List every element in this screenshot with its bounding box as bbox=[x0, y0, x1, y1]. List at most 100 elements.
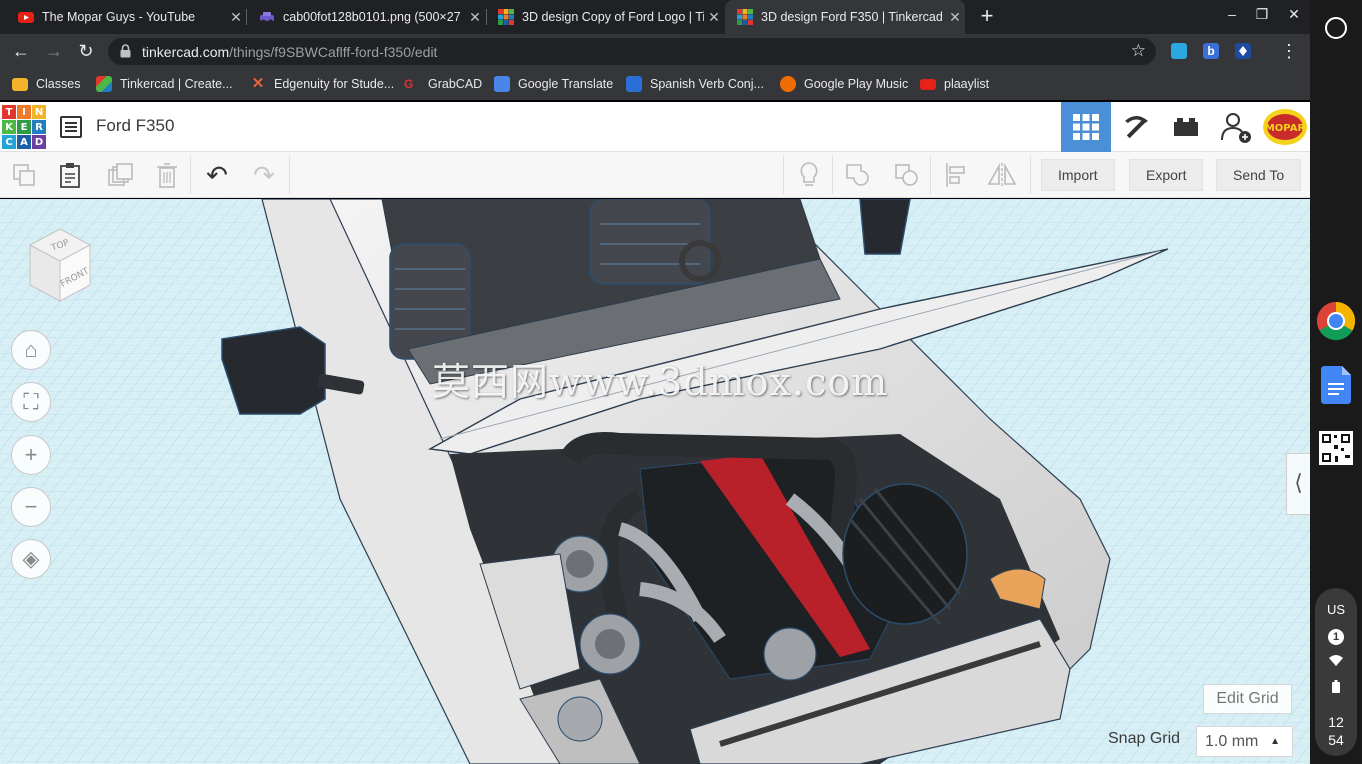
notes-button[interactable] bbox=[794, 160, 824, 190]
bookmark-spanish-verb[interactable]: Spanish Verb Conj... bbox=[626, 75, 764, 93]
edgenuity-icon: ✕ bbox=[251, 75, 265, 92]
export-button[interactable]: Export bbox=[1129, 159, 1204, 191]
logo-letter: R bbox=[32, 120, 46, 134]
profile-avatar[interactable]: MOPAR bbox=[1261, 102, 1309, 152]
bookmark-classes[interactable]: Classes bbox=[12, 75, 80, 93]
tab-youtube[interactable]: The Mopar Guys - YouTube ✕ bbox=[6, 0, 246, 34]
mirror-button[interactable] bbox=[987, 160, 1017, 190]
address-bar[interactable]: tinkercad.com/things/f9SBWCaflff-ford-f3… bbox=[108, 38, 1156, 65]
redo-icon: ↷ bbox=[253, 159, 275, 190]
bookmark-label: Classes bbox=[36, 77, 81, 91]
workplane-scene[interactable] bbox=[0, 199, 1310, 764]
bookmark-plaaylist[interactable]: plaaylist bbox=[920, 75, 989, 93]
launcher-icon[interactable] bbox=[1325, 17, 1347, 39]
tinkercad-toolbar: ↶ ↷ Import Export Send To bbox=[0, 152, 1310, 198]
bookmark-edgenuity[interactable]: ✕ Edgenuity for Stude... bbox=[250, 75, 395, 93]
snap-grid-select[interactable]: 1.0 mm ▲ bbox=[1196, 726, 1293, 757]
lock-icon bbox=[120, 44, 131, 58]
design-list-icon[interactable] bbox=[60, 116, 82, 138]
snap-grid-label: Snap Grid bbox=[1108, 730, 1181, 747]
new-tab-button[interactable]: + bbox=[975, 4, 999, 28]
logo-letter: E bbox=[17, 120, 31, 134]
browser-toolbar: ← → ↻ tinkercad.com/things/f9SBWCaflff-f… bbox=[0, 34, 1310, 68]
trash-icon bbox=[157, 163, 177, 188]
zoom-out-button[interactable]: − bbox=[11, 487, 51, 527]
fit-all-button[interactable]: ⛶ bbox=[11, 382, 51, 422]
minus-icon: − bbox=[24, 494, 38, 519]
edit-grid-button[interactable]: Edit Grid bbox=[1203, 684, 1292, 714]
b-extension-icon[interactable]: b bbox=[1203, 43, 1219, 59]
spanish-verb-icon bbox=[626, 76, 642, 92]
tab-ford-logo[interactable]: 3D design Copy of Ford Logo | Ti ✕ bbox=[486, 0, 724, 34]
zoom-in-button[interactable]: + bbox=[11, 435, 51, 475]
bookmark-grabcad[interactable]: G GrabCAD bbox=[404, 75, 482, 93]
3d-design-icon bbox=[1073, 114, 1099, 140]
restore-icon[interactable]: ❐ bbox=[1251, 6, 1273, 23]
clock-hour: 12 bbox=[1328, 714, 1344, 730]
diamond-extension-icon[interactable] bbox=[1235, 43, 1251, 59]
browser-menu-icon[interactable]: ⋮ bbox=[1280, 40, 1298, 62]
cloud-extension-icon[interactable] bbox=[1171, 43, 1187, 59]
bookmark-star-icon[interactable]: ☆ bbox=[1131, 41, 1146, 61]
qr-app[interactable] bbox=[1315, 427, 1357, 469]
tinkercad-icon bbox=[737, 9, 753, 25]
avatar-text: MOPAR bbox=[1265, 123, 1306, 134]
forward-button[interactable]: → bbox=[42, 39, 66, 63]
delete-button[interactable] bbox=[152, 160, 182, 190]
clock-minute: 54 bbox=[1328, 732, 1344, 748]
bricks-icon bbox=[1174, 118, 1198, 136]
back-button[interactable]: ← bbox=[9, 39, 33, 63]
bookmark-google-translate[interactable]: Google Translate bbox=[494, 75, 613, 93]
tab-title: 3D design Copy of Ford Logo | Ti bbox=[522, 10, 704, 24]
os-shelf: US 1 12 54 bbox=[1310, 0, 1362, 764]
collapse-panel-button[interactable]: ⟨ bbox=[1286, 453, 1310, 515]
3d-viewport[interactable]: TOP FRONT ⌂ ⛶ + − ◈ 莫西网www.3dmox.com ⟨ E… bbox=[0, 199, 1310, 764]
docs-app[interactable] bbox=[1315, 364, 1357, 406]
add-user-button[interactable] bbox=[1211, 102, 1261, 152]
logo-letter: K bbox=[2, 120, 16, 134]
home-view-button[interactable]: ⌂ bbox=[11, 330, 51, 370]
close-tab-icon[interactable]: ✕ bbox=[704, 9, 724, 26]
duplicate-button[interactable] bbox=[105, 160, 135, 190]
logo-letter: N bbox=[32, 105, 46, 119]
close-tab-icon[interactable]: ✕ bbox=[465, 9, 485, 26]
tinkercad-icon bbox=[96, 76, 112, 92]
toolbar-divider bbox=[1030, 156, 1031, 194]
align-button[interactable] bbox=[941, 160, 971, 190]
codeblocks-button[interactable] bbox=[1111, 102, 1161, 152]
status-tray[interactable]: US 1 12 54 bbox=[1315, 588, 1357, 756]
send-to-button[interactable]: Send To bbox=[1216, 159, 1302, 191]
screen: The Mopar Guys - YouTube ✕ cab00fot128b0… bbox=[0, 0, 1362, 764]
bookmark-tinkercad[interactable]: Tinkercad | Create... bbox=[96, 75, 233, 93]
ungroup-button[interactable] bbox=[892, 160, 922, 190]
redo-button[interactable]: ↷ bbox=[249, 160, 279, 190]
url-host: tinkercad.com bbox=[142, 44, 230, 60]
toolbar-divider bbox=[289, 156, 290, 194]
bricks-button[interactable] bbox=[1161, 102, 1211, 152]
tab-image[interactable]: cab00fot128b0101.png (500×27 ✕ bbox=[247, 0, 485, 34]
group-button[interactable] bbox=[843, 160, 873, 190]
ortho-view-button[interactable]: ◈ bbox=[11, 539, 51, 579]
tab-ford-f350[interactable]: 3D design Ford F350 | Tinkercad ✕ bbox=[725, 0, 965, 34]
close-window-icon[interactable]: ✕ bbox=[1283, 6, 1305, 23]
tinkercad-logo[interactable]: T I N K E R C A D bbox=[2, 105, 46, 149]
import-button[interactable]: Import bbox=[1041, 159, 1115, 191]
view-cube[interactable]: TOP FRONT bbox=[22, 223, 108, 309]
chrome-app[interactable] bbox=[1315, 300, 1357, 342]
undo-button[interactable]: ↶ bbox=[202, 160, 232, 190]
tinkercad-icon bbox=[498, 9, 514, 25]
design-title[interactable]: Ford F350 bbox=[96, 116, 174, 136]
ungroup-icon bbox=[895, 164, 918, 186]
close-tab-icon[interactable]: ✕ bbox=[226, 9, 246, 26]
bookmark-google-play-music[interactable]: Google Play Music bbox=[780, 75, 908, 93]
minimize-icon[interactable]: – bbox=[1221, 6, 1243, 22]
3d-design-button[interactable] bbox=[1061, 102, 1111, 152]
toolbar-divider bbox=[930, 156, 931, 194]
translate-icon bbox=[494, 76, 510, 92]
close-tab-icon[interactable]: ✕ bbox=[945, 9, 965, 26]
paste-button[interactable] bbox=[55, 160, 85, 190]
duplicate-icon bbox=[108, 163, 133, 186]
home-icon: ⌂ bbox=[24, 337, 38, 362]
copy-button[interactable] bbox=[9, 160, 39, 190]
reload-button[interactable]: ↻ bbox=[74, 39, 98, 63]
